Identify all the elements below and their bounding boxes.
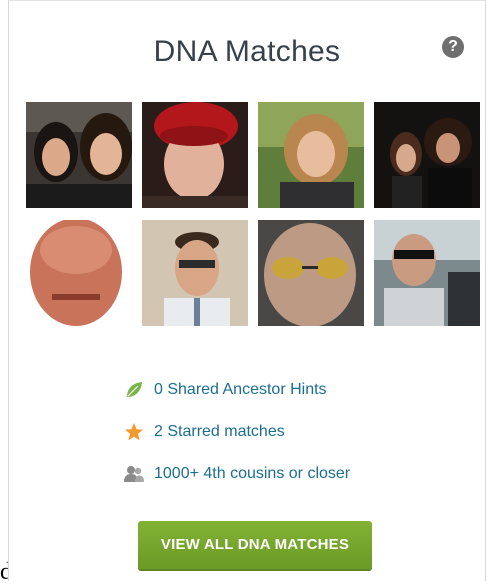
shared-ancestor-hints-label: 0 Shared Ancestor Hints [154,381,327,398]
match-photo-3[interactable] [258,102,364,208]
people-icon [122,462,146,486]
match-photo-1[interactable] [26,102,132,208]
dna-matches-card: DNA Matches ? 0 Shared Ancestor Hints 2 … [8,0,486,581]
star-icon [122,420,146,444]
card-title: DNA Matches [153,35,341,68]
match-photo-4[interactable] [374,102,480,208]
match-photo-7[interactable] [258,220,364,326]
match-photo-2[interactable] [142,102,248,208]
starred-matches-label: 2 Starred matches [154,423,285,440]
starred-matches-link[interactable]: 2 Starred matches [122,411,350,453]
help-icon[interactable]: ? [442,36,464,58]
view-all-dna-matches-button[interactable]: VIEW ALL DNA MATCHES [138,521,372,571]
match-photo-8[interactable] [374,220,480,326]
match-stats-list: 0 Shared Ancestor Hints 2 Starred matche… [122,369,350,495]
leaf-icon [122,378,146,402]
match-photo-6[interactable] [142,220,248,326]
match-photo-5[interactable] [26,220,132,326]
cousins-label: 1000+ 4th cousins or closer [154,465,351,482]
shared-ancestor-hints-link[interactable]: 0 Shared Ancestor Hints [122,369,350,411]
match-photo-grid [26,102,480,326]
cousins-link[interactable]: 1000+ 4th cousins or closer [122,453,350,495]
